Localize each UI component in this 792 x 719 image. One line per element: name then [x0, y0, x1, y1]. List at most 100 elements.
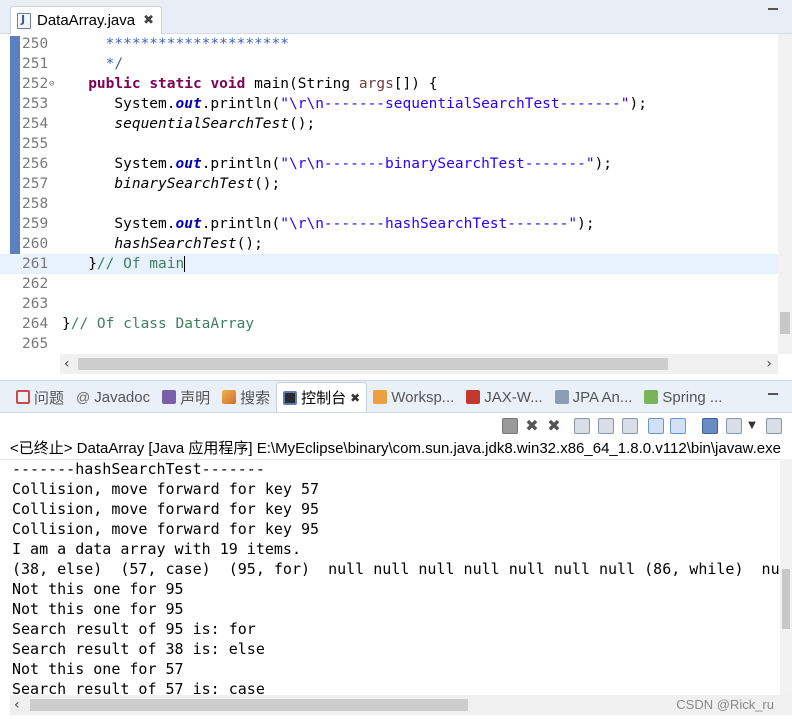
line-number: 264	[22, 316, 49, 332]
code-line[interactable]: 263	[0, 294, 778, 314]
code-token: sequentialSearchTest	[114, 116, 289, 132]
tab-spring[interactable]: Spring ...	[638, 382, 728, 412]
code-token: }	[62, 316, 71, 332]
code-token: // Of main	[96, 256, 185, 272]
code-line[interactable]: 264}// Of class DataArray	[0, 314, 778, 334]
show-on-error-icon[interactable]	[670, 418, 686, 434]
code-line[interactable]: 265	[0, 334, 778, 354]
code-editor[interactable]: 250 ********************* 251 */252 ⊖ publ…	[0, 34, 778, 354]
tab-label: JPA An...	[572, 388, 633, 406]
chevron-down-icon[interactable]: ▼	[744, 418, 760, 434]
minimize-icon[interactable]	[768, 8, 778, 10]
editor-vertical-scrollbar[interactable]	[778, 34, 792, 354]
code-token: .println(	[201, 216, 281, 232]
chevron-left-icon[interactable]: ‹	[64, 354, 70, 374]
code-token: );	[594, 156, 613, 172]
editor-tab-title: DataArray.java	[37, 12, 136, 29]
minimize-icon[interactable]	[768, 393, 778, 395]
code-line[interactable]: 260 hashSearchTest();	[0, 234, 778, 254]
code-token: .println(	[201, 96, 281, 112]
console-vertical-scrollbar[interactable]	[780, 459, 792, 695]
code-token: main(String	[245, 76, 359, 92]
clear-console-icon[interactable]	[574, 418, 590, 434]
code-token: System.	[62, 156, 176, 172]
code-token: args	[358, 76, 394, 92]
pin-console-icon[interactable]	[702, 418, 718, 434]
code-line[interactable]: 251 */	[0, 54, 778, 74]
code-line[interactable]: 252 ⊖ public static void main(String args…	[0, 74, 778, 94]
tab-workspace[interactable]: Worksp...	[367, 382, 460, 412]
line-number: 250	[22, 36, 49, 52]
code-text: }// Of main	[62, 254, 186, 274]
editor-horizontal-scrollbar[interactable]: ‹ ›	[60, 354, 778, 374]
console-line: Collision, move forward for key 95	[12, 520, 320, 538]
code-token: hashSearchTest	[114, 236, 237, 252]
code-token: }	[62, 256, 97, 272]
console-line: -------hashSearchTest-------	[12, 460, 265, 478]
code-line[interactable]: 255	[0, 134, 778, 154]
code-token: []) {	[393, 76, 438, 92]
code-line[interactable]: 258	[0, 194, 778, 214]
console-line: Collision, move forward for key 57	[12, 480, 320, 498]
tab-search[interactable]: 搜索	[216, 382, 276, 412]
tab-console[interactable]: 控制台 ✖	[276, 382, 368, 412]
chevron-right-icon[interactable]: ›	[766, 354, 772, 374]
scrollbar-thumb[interactable]	[78, 358, 668, 370]
open-console-icon[interactable]	[766, 418, 782, 434]
code-token: *********************	[62, 36, 289, 52]
code-token: System.	[62, 216, 176, 232]
watermark: CSDN @Rick_ru	[676, 697, 774, 712]
code-token: "\r\n-------sequentialSearchTest-------"	[280, 96, 630, 112]
scroll-lock-icon[interactable]	[598, 418, 614, 434]
code-line[interactable]: 261 }// Of main	[0, 254, 778, 274]
code-token: out	[175, 156, 202, 172]
code-line[interactable]: 262	[0, 274, 778, 294]
code-token: binarySearchTest	[114, 176, 255, 192]
scrollbar-thumb[interactable]	[782, 569, 790, 629]
display-console-icon[interactable]	[726, 418, 742, 434]
code-text: *********************	[62, 34, 289, 54]
console-status: <已终止> DataArray [Java 应用程序] E:\MyEclipse…	[10, 440, 781, 457]
remove-all-icon[interactable]: ✖	[546, 418, 562, 434]
code-line[interactable]: 254 sequentialSearchTest();	[0, 114, 778, 134]
code-text: binarySearchTest();	[62, 174, 280, 194]
scrollbar-thumb[interactable]	[780, 312, 790, 334]
tab-declaration[interactable]: 声明	[156, 382, 216, 412]
remove-launch-icon[interactable]: ✖	[524, 418, 540, 434]
fold-toggle-icon[interactable]: ⊖	[49, 74, 54, 94]
console-line: Search result of 38 is: else	[12, 640, 265, 658]
line-number: 256	[22, 156, 49, 172]
show-on-output-icon[interactable]	[648, 418, 664, 434]
console-line: Not this one for 95	[12, 600, 184, 618]
code-line[interactable]: 253 System.out.println("\r\n-------seque…	[0, 94, 778, 114]
view-tab-bar: 问题 @ Javadoc 声明 搜索 控制台 ✖ Worksp... JAX-W... JPA A…	[0, 381, 792, 413]
tab-javadoc[interactable]: @ Javadoc	[70, 382, 156, 412]
console-output[interactable]: -------hashSearchTest------- Collision, m…	[0, 459, 792, 695]
close-icon[interactable]: ✖	[143, 13, 154, 28]
search-icon	[222, 390, 237, 404]
tab-label: JAX-W...	[484, 388, 543, 406]
word-wrap-icon[interactable]	[622, 418, 638, 434]
scrollbar-thumb[interactable]	[30, 699, 468, 711]
code-line[interactable]: 257 binarySearchTest();	[0, 174, 778, 194]
chevron-left-icon[interactable]: ‹	[14, 695, 20, 715]
code-text: sequentialSearchTest();	[62, 114, 315, 134]
code-line[interactable]: 259 System.out.println("\r\n-------hashS…	[0, 214, 778, 234]
terminate-icon[interactable]	[502, 418, 518, 434]
code-token: System.	[62, 96, 176, 112]
code-token: ();	[254, 176, 281, 192]
tab-label: 控制台	[301, 390, 347, 407]
code-token: static	[149, 76, 202, 92]
console-horizontal-scrollbar[interactable]: ‹	[10, 695, 792, 715]
editor-tab-dataarray[interactable]: DataArray.java ✖	[10, 6, 162, 34]
code-text: */	[62, 54, 123, 74]
code-line[interactable]: 256 System.out.println("\r\n-------binar…	[0, 154, 778, 174]
bottom-view: 问题 @ Javadoc 声明 搜索 控制台 ✖ Worksp... JAX-W... JPA A…	[0, 380, 792, 719]
tab-problems[interactable]: 问题	[10, 382, 70, 412]
code-line[interactable]: 250 *********************	[0, 34, 778, 54]
tab-jax-ws[interactable]: JAX-W...	[460, 382, 548, 412]
tab-jpa[interactable]: JPA An...	[549, 382, 639, 412]
close-icon[interactable]: ✖	[350, 391, 360, 405]
